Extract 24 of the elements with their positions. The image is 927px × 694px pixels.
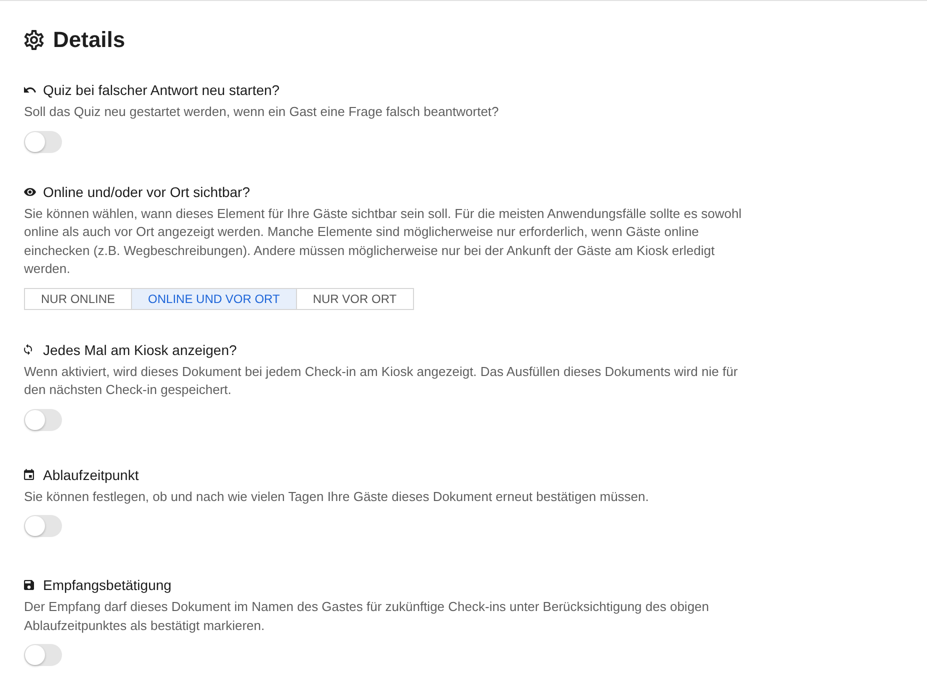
eye-icon	[24, 188, 36, 196]
save-icon	[24, 580, 34, 590]
segment-button[interactable]: NUR ONLINE	[24, 288, 132, 310]
setting-title: Ablaufzeitpunkt	[43, 466, 139, 484]
setting-description: Wenn aktiviert, wird dieses Dokument bei jedem Check-in am Kiosk angezeigt. Das Ausfüllen dieses Dokuments wird nie für den nächsten Check-in gespeichert.	[24, 362, 739, 399]
toggle-switch[interactable]	[24, 408, 62, 430]
setting-title: Quiz bei falscher Antwort neu starten?	[43, 81, 280, 100]
toggle-switch[interactable]	[24, 130, 62, 152]
sync-icon	[24, 344, 32, 355]
segment-button[interactable]: ONLINE UND VOR ORT	[131, 288, 297, 310]
toggle-switch[interactable]	[24, 515, 62, 537]
setting-description: Sie können wählen, wann dieses Element für Ihre Gäste sichtbar sein soll. Für die meisten Anwendungsfälle sollte es sowohl online als auch vor Ort angezeigt werden. Manche Elemente sind möglicherweise nur erforderlich, wenn Gäste online einchecken (z.B. Wegbeschreibungen). Andere müssen möglicherweise nur bei der Ankunft der Gäste am Kiosk erledigt werden.	[24, 204, 743, 278]
setting-description: Soll das Quiz neu gestartet werden, wenn ein Gast eine Frage falsch beantwortet?	[24, 103, 500, 121]
undo-icon	[24, 87, 36, 93]
setting-description: Sie können festlegen, ob und nach wie vielen Tagen Ihre Gäste dieses Dokument erneut bestätigen müssen.	[24, 488, 650, 506]
settings-icon	[24, 30, 44, 50]
calendar-icon	[24, 469, 34, 480]
page-title: Details	[53, 26, 126, 54]
segment-button[interactable]: NUR VOR ORT	[296, 288, 414, 310]
setting-title: Jedes Mal am Kiosk anzeigen?	[43, 340, 237, 360]
setting-description: Der Empfang darf dieses Dokument im Namen des Gastes für zukünftige Check-ins unter Berücksichtigung des obigen Ablaufzeitpunktes als bestätigt markieren.	[24, 598, 710, 635]
toggle-switch[interactable]	[24, 644, 62, 666]
setting-title: Online und/oder vor Ort sichtbar?	[43, 182, 250, 202]
setting-title: Empfangsbetätigung	[43, 576, 172, 595]
